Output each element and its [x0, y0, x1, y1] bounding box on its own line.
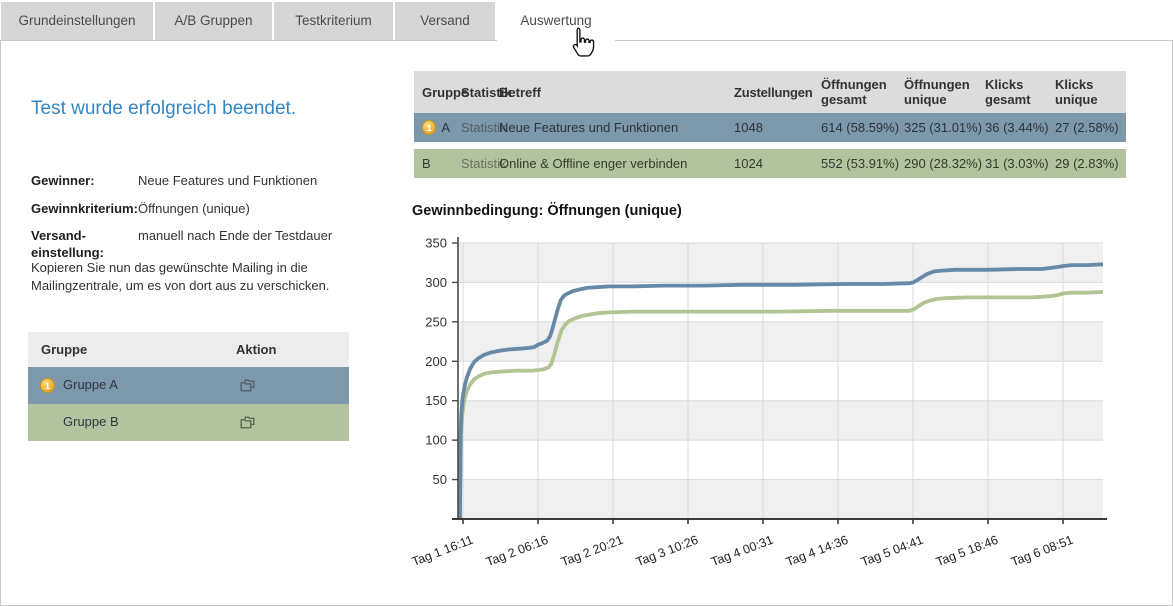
hand-pointer-cursor: [565, 26, 597, 60]
tab-versand[interactable]: Versand: [395, 2, 495, 40]
svg-text:Tag 4 14:36: Tag 4 14:36: [784, 533, 850, 570]
group-name: Gruppe B: [63, 414, 119, 429]
success-headline: Test wurde erfolgreich beendet.: [31, 98, 296, 120]
copy-instruction-note: Kopieren Sie nun das gewünschte Mailing …: [31, 259, 359, 294]
klicks-gesamt-cell: 36 (3.44%): [977, 120, 1047, 135]
svg-text:Tag 2 20:21: Tag 2 20:21: [559, 533, 625, 570]
column-header-klicks-unique: Klicks unique: [1047, 77, 1126, 107]
svg-text:350: 350: [425, 236, 447, 251]
info-label: Versand-einstellung:: [31, 228, 138, 261]
info-value: manuell nach Ende der Testdauer: [138, 228, 366, 261]
info-value: Öffnungen (unique): [138, 201, 366, 218]
info-label: Gewinner:: [31, 173, 138, 190]
groups-table: Gruppe Aktion 1 Gruppe A Gruppe B: [28, 332, 349, 441]
content-panel: Test wurde erfolgreich beendet. Gewinner…: [0, 40, 1173, 606]
group-row-a[interactable]: 1 Gruppe A: [28, 367, 349, 404]
svg-text:Tag 1 16:11: Tag 1 16:11: [410, 533, 475, 569]
tab-ab-gruppen[interactable]: A/B Gruppen: [155, 2, 272, 40]
column-header-aktion: Aktion: [236, 342, 276, 357]
svg-text:Tag 5 18:46: Tag 5 18:46: [934, 533, 1000, 570]
group-letter: A: [441, 120, 450, 135]
info-label: Gewinnkriterium:: [31, 201, 138, 218]
column-header-gruppe: Gruppe: [41, 342, 236, 357]
oeffnungen-unique-cell: 290 (28.32%): [896, 156, 977, 171]
statistik-link[interactable]: Statistik: [453, 120, 491, 135]
betreff-cell: Online & Offline enger verbinden: [491, 156, 726, 171]
results-row-a: 1 A Statistik Neue Features und Funktion…: [414, 113, 1126, 142]
statistik-link[interactable]: Statistik: [453, 156, 491, 171]
chart-title: Gewinnbedingung: Öffnungen (unique): [412, 203, 682, 219]
winner-badge-icon: 1: [40, 378, 55, 393]
svg-text:Tag 4 00:31: Tag 4 00:31: [709, 533, 775, 570]
column-header-oeffnungen-gesamt: Öffnungen gesamt: [813, 77, 896, 107]
klicks-unique-cell: 27 (2.58%): [1047, 120, 1126, 135]
klicks-gesamt-cell: 31 (3.03%): [977, 156, 1047, 171]
tab-grundeinstellungen[interactable]: Grundeinstellungen: [1, 2, 153, 40]
svg-text:150: 150: [425, 393, 447, 408]
group-letter: B: [422, 156, 431, 171]
copy-icon[interactable]: [238, 377, 257, 396]
zustellungen-cell: 1048: [726, 120, 813, 135]
svg-text:250: 250: [425, 314, 447, 329]
winner-info-list: Gewinner: Neue Features und Funktionen G…: [31, 173, 366, 272]
svg-text:Tag 6 08:51: Tag 6 08:51: [1009, 533, 1075, 570]
svg-text:Tag 2 06:16: Tag 2 06:16: [484, 533, 550, 570]
betreff-cell: Neue Features und Funktionen: [491, 120, 726, 135]
column-header-betreff: Betreff: [491, 85, 726, 100]
results-table: Gruppe Statistik Betreff Zustellungen Öf…: [414, 71, 1126, 178]
column-header-statistik: Statistik: [453, 85, 491, 100]
klicks-unique-cell: 29 (2.83%): [1047, 156, 1126, 171]
tab-testkriterium[interactable]: Testkriterium: [274, 2, 393, 40]
groups-table-header: Gruppe Aktion: [28, 332, 349, 367]
svg-text:300: 300: [425, 275, 447, 290]
svg-text:Tag 5 04:41: Tag 5 04:41: [859, 533, 925, 570]
oeffnungen-unique-cell: 325 (31.01%): [896, 120, 977, 135]
group-name: Gruppe A: [63, 377, 118, 392]
chart-container: 50 100 150 200 250 300 350 Tag 1 16:11Tag 2 06:…: [401, 233, 1131, 588]
ab-test-evaluation-window: Grundeinstellungen A/B Gruppen Testkrite…: [0, 0, 1173, 606]
info-row-versandeinstellung: Versand-einstellung: manuell nach Ende d…: [31, 228, 366, 261]
group-row-b[interactable]: Gruppe B: [28, 404, 349, 441]
winner-criteria-chart: 50 100 150 200 250 300 350 Tag 1 16:11Tag 2 06:…: [401, 233, 1131, 583]
results-table-header: Gruppe Statistik Betreff Zustellungen Öf…: [414, 71, 1126, 113]
svg-text:Tag 3 10:26: Tag 3 10:26: [634, 533, 700, 570]
tab-auswertung[interactable]: Auswertung: [497, 2, 615, 43]
copy-icon[interactable]: [238, 414, 257, 433]
svg-text:50: 50: [433, 472, 447, 487]
info-row-gewinnkriterium: Gewinnkriterium: Öffnungen (unique): [31, 201, 366, 218]
info-value: Neue Features und Funktionen: [138, 173, 366, 190]
column-header-zustellungen: Zustellungen: [726, 85, 813, 100]
group-cell: B: [414, 156, 453, 171]
svg-text:200: 200: [425, 354, 447, 369]
results-row-b: B Statistik Online & Offline enger verbi…: [414, 149, 1126, 178]
oeffnungen-gesamt-cell: 614 (58.59%): [813, 120, 896, 135]
winner-badge-icon: 1: [422, 120, 436, 135]
info-row-gewinner: Gewinner: Neue Features und Funktionen: [31, 173, 366, 190]
column-header-oeffnungen-unique: Öffnungen unique: [896, 77, 977, 107]
group-cell: 1 A: [414, 120, 453, 135]
svg-text:100: 100: [425, 433, 447, 448]
oeffnungen-gesamt-cell: 552 (53.91%): [813, 156, 896, 171]
zustellungen-cell: 1024: [726, 156, 813, 171]
column-header-klicks-gesamt: Klicks gesamt: [977, 77, 1047, 107]
column-header-gruppe: Gruppe: [414, 85, 453, 100]
